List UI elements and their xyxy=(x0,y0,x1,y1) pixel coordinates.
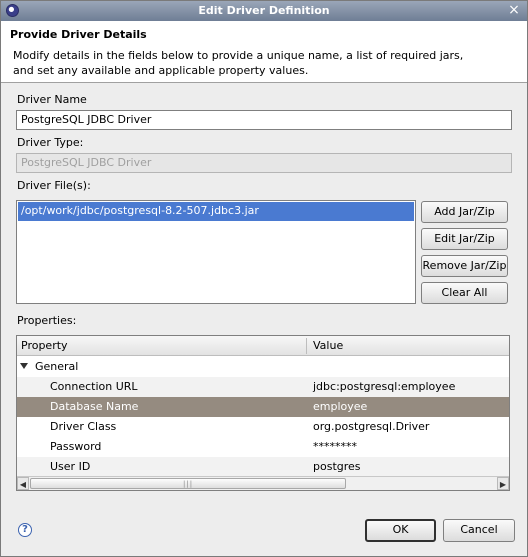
column-separator[interactable] xyxy=(306,338,307,354)
table-row[interactable]: User ID postgres xyxy=(17,457,509,477)
window-title: Edit Driver Definition xyxy=(198,4,330,17)
scrollbar-thumb[interactable]: ||| xyxy=(30,478,346,489)
cancel-button[interactable]: Cancel xyxy=(443,519,515,542)
driver-type-label: Driver Type: xyxy=(17,136,84,149)
scroll-grip: ||| xyxy=(183,480,194,488)
table-row[interactable]: Database Name employee xyxy=(17,397,509,417)
column-header-value[interactable]: Value xyxy=(313,339,343,352)
properties-header: Property Value xyxy=(17,336,509,356)
property-value: jdbc:postgresql:employee xyxy=(313,380,456,393)
clear-all-button[interactable]: Clear All xyxy=(421,282,508,304)
property-name: Driver Class xyxy=(50,420,117,433)
driver-name-label: Driver Name xyxy=(17,93,87,106)
tree-group-general[interactable]: General xyxy=(17,357,509,377)
property-name: Password xyxy=(50,440,102,453)
horizontal-scrollbar[interactable]: ◀ ||| ▶ xyxy=(17,476,509,490)
property-value: ******** xyxy=(313,440,357,453)
list-item[interactable]: /opt/work/jdbc/postgresql-8.2-507.jdbc3.… xyxy=(18,202,414,221)
header-banner: Provide Driver Details Modify details in… xyxy=(1,21,527,83)
properties-label: Properties: xyxy=(17,314,77,327)
scroll-right-arrow-icon[interactable]: ▶ xyxy=(497,477,509,490)
property-value: employee xyxy=(313,400,368,413)
property-name: Database Name xyxy=(50,400,139,413)
banner-heading: Provide Driver Details xyxy=(10,28,147,41)
edit-jar-button[interactable]: Edit Jar/Zip xyxy=(421,228,508,250)
ok-button[interactable]: OK xyxy=(365,519,436,542)
title-bar[interactable]: Edit Driver Definition × xyxy=(1,1,527,21)
driver-files-label: Driver File(s): xyxy=(17,179,91,192)
help-icon[interactable]: ? xyxy=(18,523,32,537)
driver-files-list[interactable]: /opt/work/jdbc/postgresql-8.2-507.jdbc3.… xyxy=(16,200,416,304)
close-icon[interactable]: × xyxy=(507,2,521,18)
table-row[interactable]: Password ******** xyxy=(17,437,509,457)
scroll-left-arrow-icon[interactable]: ◀ xyxy=(17,477,29,490)
properties-table[interactable]: Property Value General Connection URL jd… xyxy=(16,335,510,491)
edit-driver-dialog: Edit Driver Definition × Provide Driver … xyxy=(0,0,528,557)
table-row[interactable]: Connection URL jdbc:postgresql:employee xyxy=(17,377,509,397)
property-value: postgres xyxy=(313,460,361,473)
driver-name-input[interactable]: PostgreSQL JDBC Driver xyxy=(16,110,512,130)
add-jar-button[interactable]: Add Jar/Zip xyxy=(421,201,508,223)
group-label: General xyxy=(35,360,79,373)
expand-triangle-icon[interactable] xyxy=(20,363,28,369)
property-name: Connection URL xyxy=(50,380,138,393)
remove-jar-button[interactable]: Remove Jar/Zip xyxy=(421,255,508,277)
property-value: org.postgresql.Driver xyxy=(313,420,430,433)
table-row[interactable]: Driver Class org.postgresql.Driver xyxy=(17,417,509,437)
column-header-property[interactable]: Property xyxy=(21,339,68,352)
driver-type-input: PostgreSQL JDBC Driver xyxy=(16,153,512,173)
property-name: User ID xyxy=(50,460,91,473)
banner-description: Modify details in the fields below to pr… xyxy=(13,49,464,77)
